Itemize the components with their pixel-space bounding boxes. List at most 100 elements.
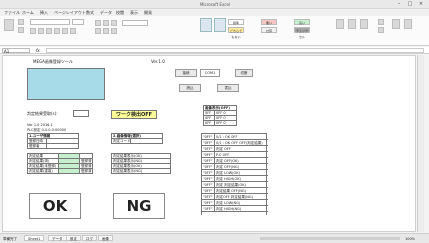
read-button[interactable]: 読込 (179, 84, 201, 92)
font-name-dropdown[interactable] (30, 19, 70, 25)
connect-button[interactable]: 接続 (175, 69, 197, 77)
image-info-row-value[interactable] (130, 138, 163, 144)
list-item-value: 判定 判定結果(OK) (216, 183, 246, 187)
sheet-tab-active[interactable]: Sheet1 (24, 235, 45, 241)
tab-review[interactable]: 校閲 (116, 10, 124, 15)
status-bar: 準備完了 Sheet1 データ 設定 ログ 画像 100% (0, 233, 429, 243)
sort-filter-icon[interactable] (392, 19, 400, 29)
cell-style-chip[interactable]: 標準 (228, 19, 244, 25)
formula-bar: A1 fx (0, 47, 429, 54)
copy-icon[interactable] (18, 27, 24, 33)
cell-styles-gallery: 標準 悪い 良いどちらでもない 計算 チェックセル (228, 19, 328, 39)
number-format-dropdown[interactable] (122, 20, 148, 26)
list-item-value: 判定OFF 判定結果(NG) (216, 195, 253, 199)
autosum-icon[interactable] (378, 19, 384, 25)
close-button[interactable]: × (416, 1, 426, 8)
ng-button[interactable]: NG (113, 193, 165, 219)
cut-icon[interactable] (18, 19, 24, 25)
insert-cells-icon[interactable] (336, 19, 344, 29)
sheet-tab[interactable]: 画像 (98, 235, 113, 241)
sheet-tab[interactable]: 設定 (66, 235, 81, 241)
align-bottom-icon[interactable] (111, 20, 117, 26)
list-item-value: 0/1 : OK 0FF (216, 135, 238, 139)
tab-developer[interactable]: 開発 (144, 10, 152, 15)
scan-input[interactable] (73, 110, 89, 117)
list-item-value: 判定 OFF(NG) (216, 165, 239, 169)
italic-icon[interactable] (38, 28, 44, 34)
worksheet[interactable]: MEGA画像登録ツール Ver.1.0 接続 COM1 切断 読込 書込 判定結… (2, 55, 416, 232)
delete-cells-icon[interactable] (348, 19, 356, 29)
version-label: Ver.1.0 (151, 59, 165, 64)
disconnect-button[interactable]: 切断 (235, 69, 253, 77)
zoom-level: 100% (405, 237, 416, 241)
list-item: "0FF" 判定 HIGH(NG) (202, 206, 268, 212)
cell-style-chip[interactable]: チェックセル (294, 27, 310, 39)
vertical-scrollbar[interactable] (417, 55, 424, 232)
sheet-tab[interactable]: データ (48, 235, 67, 241)
sheet-header: MEGA画像登録ツール (33, 59, 73, 64)
align-center-icon[interactable] (103, 28, 109, 34)
border-icon[interactable] (54, 28, 60, 34)
port-select[interactable]: COM1 (200, 69, 220, 77)
list-item-value: 判定 OFF (216, 147, 231, 151)
list-item-value: 判定 LOW(OK) (216, 171, 240, 175)
tab-formula[interactable]: 数式 (86, 10, 94, 15)
tab-file[interactable]: ファイル (4, 10, 20, 15)
list-item-value: 判定 OFF(OK) (216, 159, 239, 163)
minimize-button[interactable]: – (394, 1, 404, 8)
cell-style-chip[interactable]: 計算 (261, 27, 277, 33)
list-item-value: 判定 HIGH(OK) (216, 177, 241, 181)
result-display-row: 判定結果表示(NG) (111, 168, 171, 174)
format-as-table-icon[interactable] (214, 18, 226, 32)
tab-home[interactable]: ホーム (22, 10, 34, 15)
find-select-icon[interactable] (404, 19, 412, 29)
conditional-format-icon[interactable] (200, 18, 212, 32)
align-middle-icon[interactable] (103, 20, 109, 26)
cell-style-chip[interactable]: 悪い (261, 19, 277, 25)
font-color-icon[interactable] (70, 28, 76, 34)
tab-layout[interactable]: ページレイアウト (54, 10, 86, 15)
list-item-value: 判定 HIGH(NG) (216, 207, 242, 211)
fx-icon[interactable]: fx (36, 48, 40, 53)
horizontal-scrollbar[interactable] (260, 237, 400, 240)
cell-style-chip[interactable]: 良い (294, 19, 310, 25)
list-item-value: 判定結果 OFF(NG) (216, 189, 246, 193)
ready-status: 準備完了 (3, 237, 17, 241)
result-status: 登録済 (79, 168, 93, 174)
result-label: 判定結果(重複) (27, 168, 59, 174)
underline-icon[interactable] (46, 28, 52, 34)
ribbon-tabs: ファイル ホーム 挿入 ページレイアウト 数式 データ 校閲 表示 開発 (0, 9, 429, 16)
write-button[interactable]: 書込 (217, 84, 239, 92)
user-info-row-value[interactable] (46, 143, 79, 149)
work-status-badge: ワーク検出OFF (111, 110, 157, 119)
name-box[interactable]: A1 (2, 48, 30, 54)
paste-icon[interactable] (4, 19, 14, 31)
cell-style-chip[interactable]: どちらでもない (228, 27, 244, 39)
bold-icon[interactable] (30, 28, 36, 34)
sheet-tab[interactable]: ログ (82, 235, 97, 241)
status-list: "0FF" 0/1 : OK 0FF "0FF" 0/1 : OK OFF OFF(判… (201, 133, 268, 215)
image-preview (27, 68, 105, 100)
result-indicator (58, 168, 80, 174)
list-item-key: "0FF" (202, 206, 215, 211)
fill-color-icon[interactable] (62, 28, 68, 34)
format-cells-icon[interactable] (360, 19, 368, 29)
align-right-icon[interactable] (111, 28, 117, 34)
ok-button[interactable]: OK (29, 193, 81, 219)
ribbon: 標準 悪い 良いどちらでもない 計算 チェックセル (0, 16, 429, 46)
window-title: Microsoft Excel (199, 2, 231, 7)
tab-insert[interactable]: 挿入 (40, 10, 48, 15)
align-left-icon[interactable] (95, 28, 101, 34)
tab-view[interactable]: 表示 (130, 10, 138, 15)
fill-icon[interactable] (378, 27, 384, 33)
align-top-icon[interactable] (95, 20, 101, 26)
font-size-dropdown[interactable] (72, 19, 84, 25)
user-info-row-label: 登録者 (27, 143, 47, 149)
tab-data[interactable]: データ (100, 10, 112, 15)
maximize-button[interactable]: □ (405, 1, 415, 8)
formula-input[interactable] (46, 48, 424, 53)
list-item-value: P-0 OFF (216, 153, 230, 157)
small-row-value[interactable]: 0FF 0 (214, 120, 237, 126)
title-bar: Microsoft Excel – □ × (0, 0, 429, 9)
image-info-row-label: 判定コード (111, 138, 131, 144)
